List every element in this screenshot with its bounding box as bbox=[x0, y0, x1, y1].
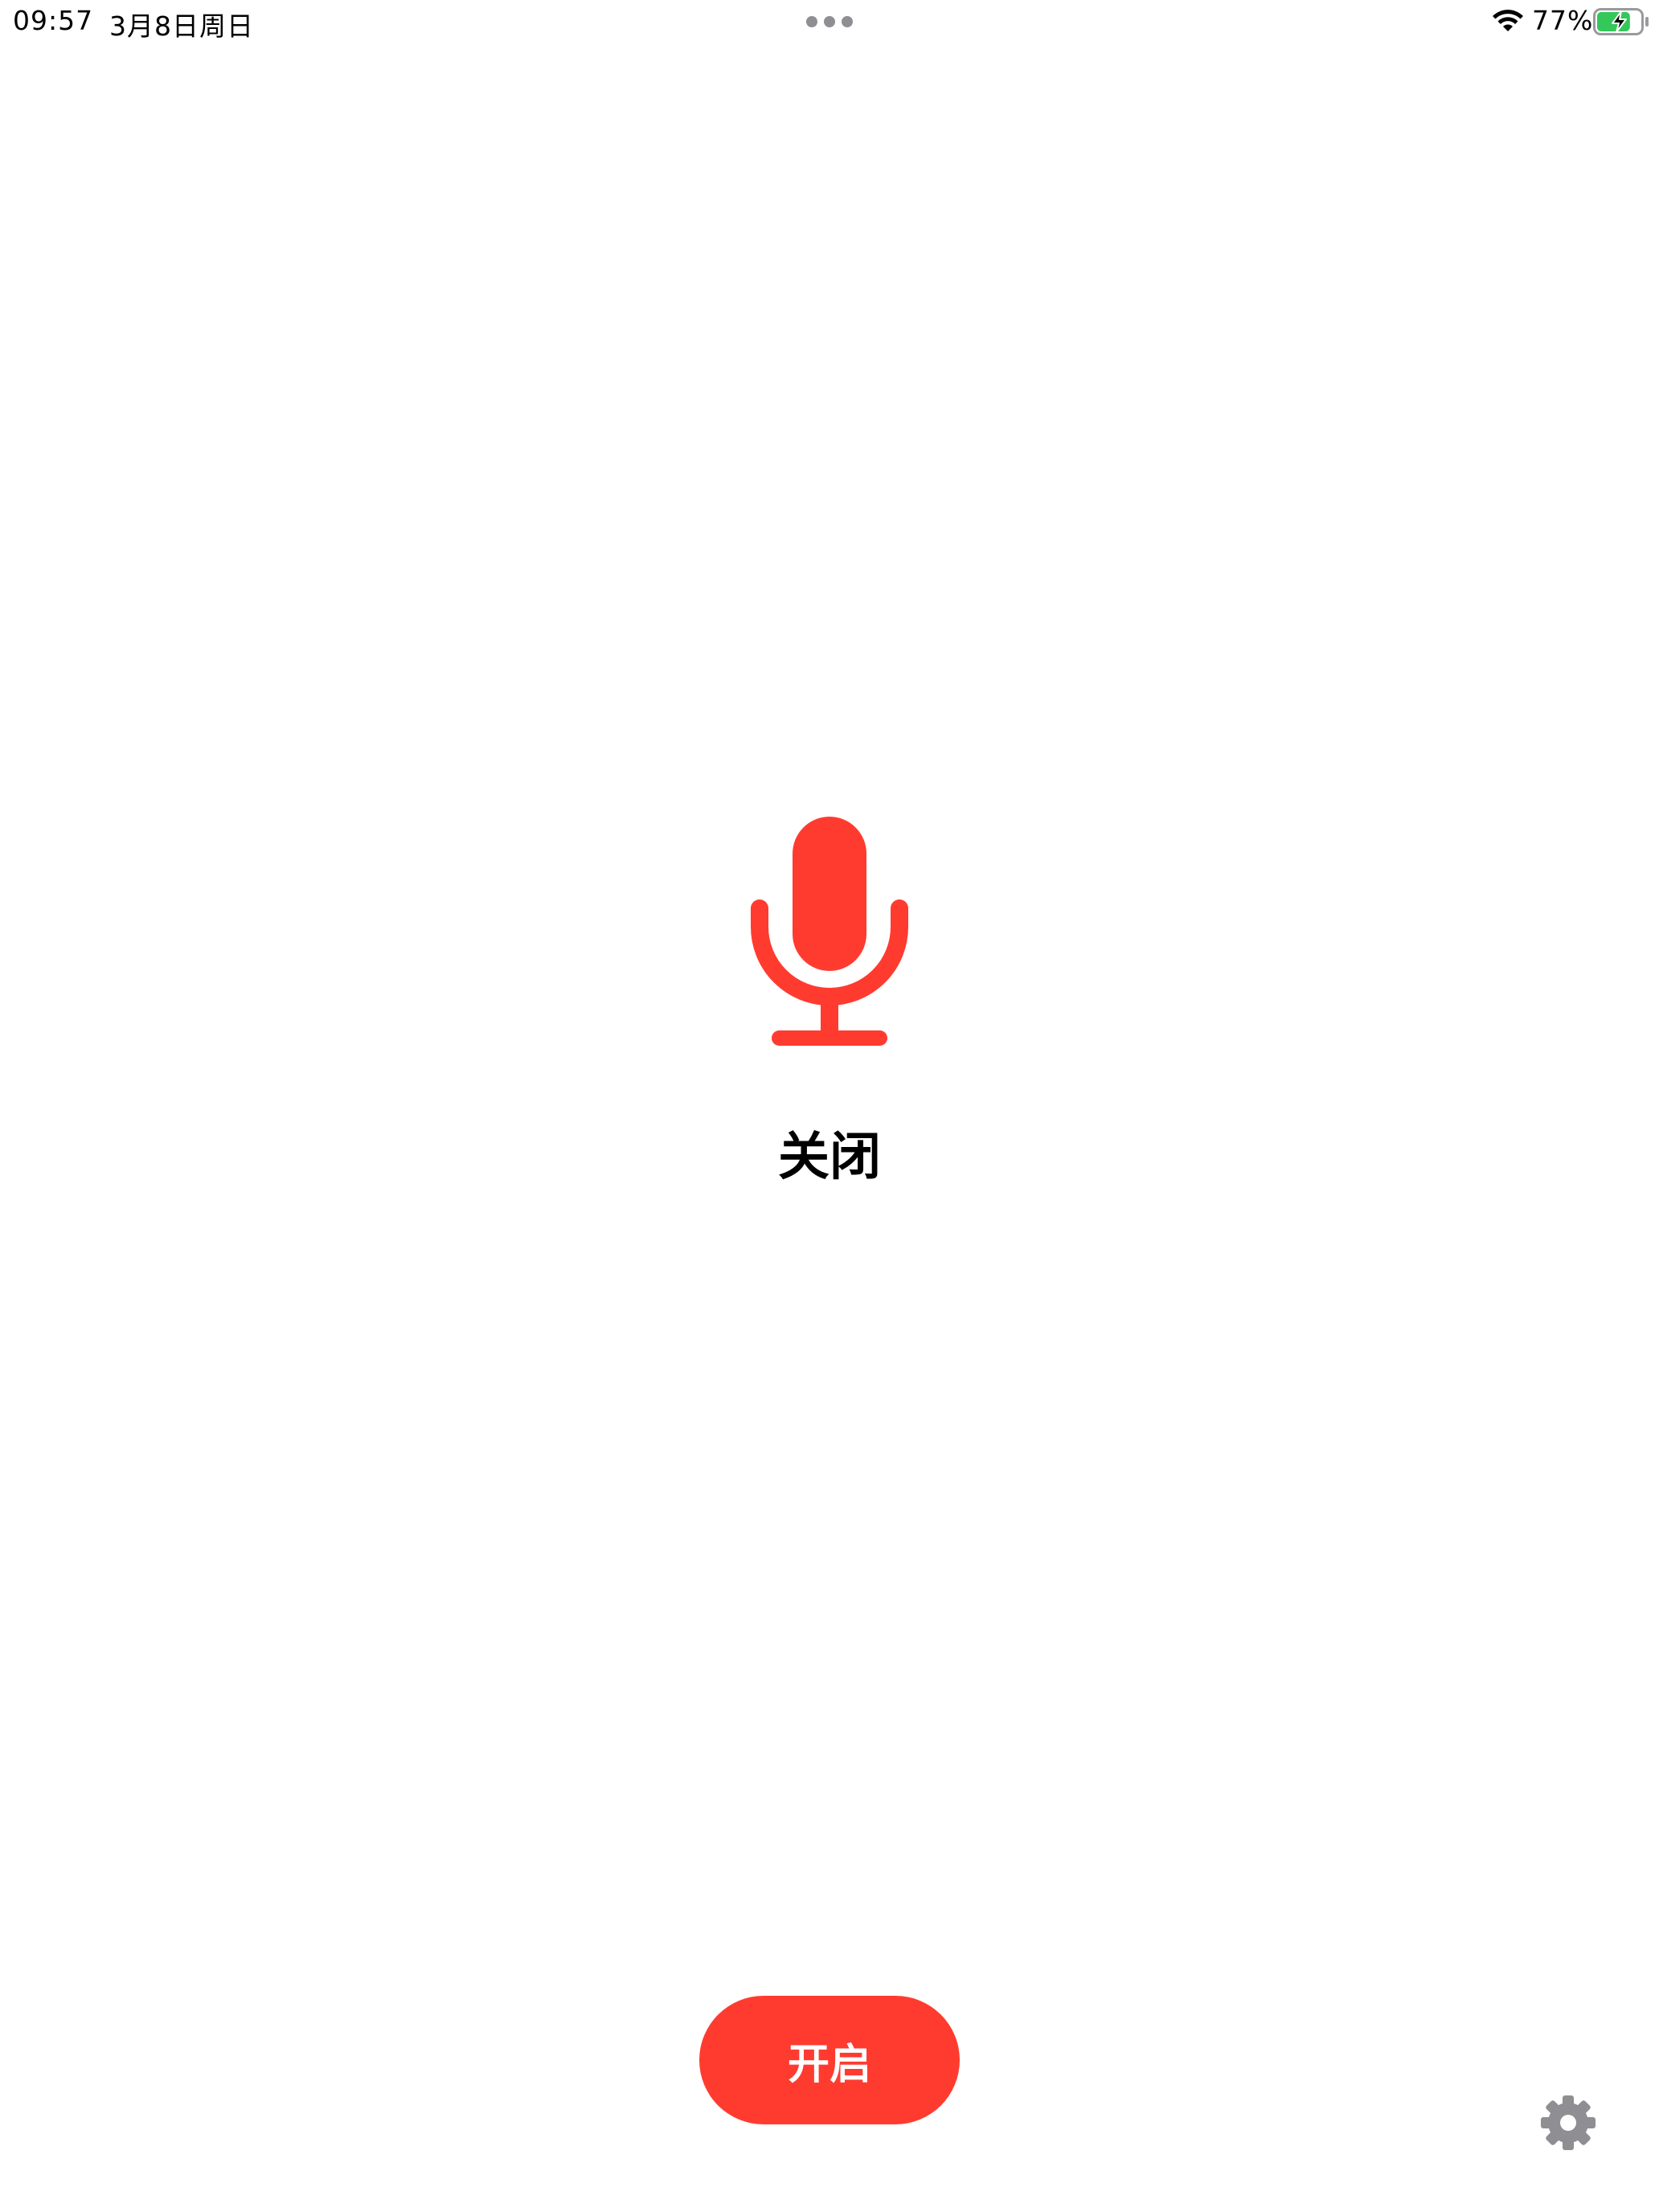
recording-state-label: 关闭 bbox=[778, 1128, 881, 1187]
gear-icon[interactable] bbox=[1540, 2095, 1596, 2151]
status-bar: 09:57 3月8日周日 77% bbox=[0, 0, 1659, 45]
enable-button[interactable]: 开启 bbox=[699, 1996, 960, 2124]
wifi-icon bbox=[1493, 10, 1523, 31]
battery-charging-icon bbox=[1593, 8, 1649, 35]
multitask-dots-icon[interactable] bbox=[806, 16, 853, 27]
status-date: 3月8日周日 bbox=[109, 10, 254, 42]
dot bbox=[806, 16, 817, 27]
microphone-icon bbox=[751, 817, 908, 1046]
battery-percent: 77% bbox=[1532, 5, 1594, 36]
dot bbox=[824, 16, 835, 27]
status-time: 09:57 bbox=[13, 5, 94, 36]
dot bbox=[842, 16, 853, 27]
